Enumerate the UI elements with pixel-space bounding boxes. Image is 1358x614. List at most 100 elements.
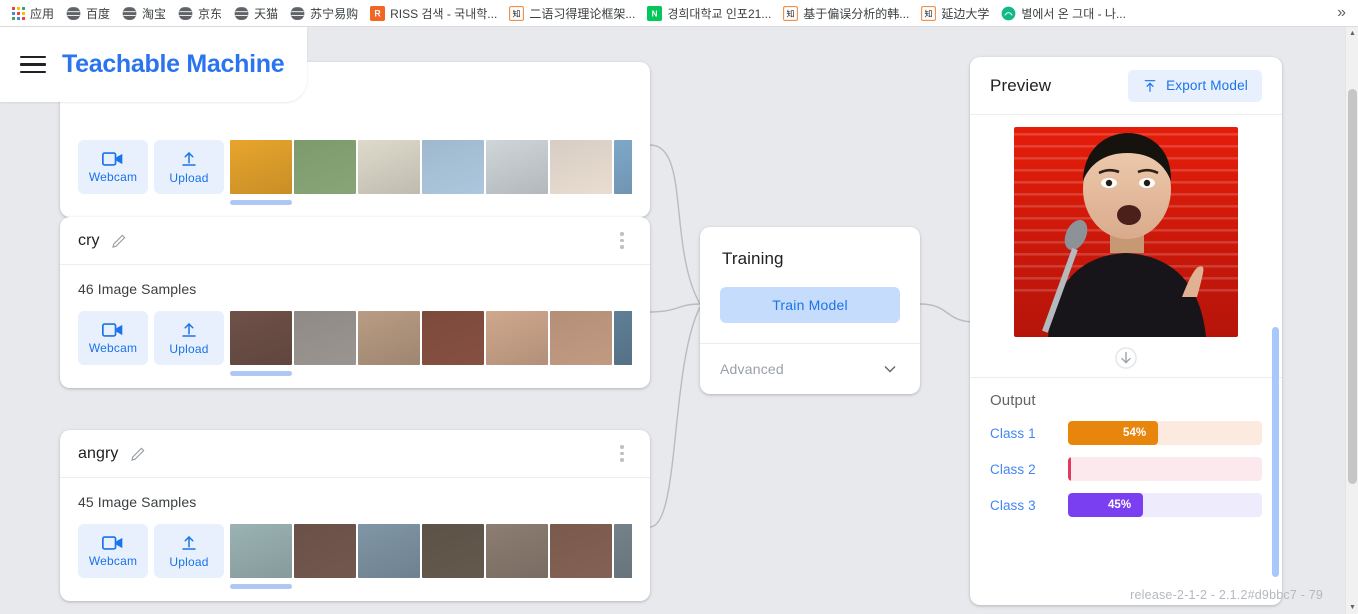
sample-row: Webcam Upload <box>78 140 632 194</box>
sample-thumbnail[interactable] <box>422 140 484 194</box>
sample-thumbnail[interactable] <box>358 311 420 365</box>
upload-label: Upload <box>169 341 209 356</box>
output-class-label[interactable]: Class 2 <box>990 462 1068 477</box>
webcam-label: Webcam <box>88 340 138 355</box>
arrow-down-icon <box>1115 347 1137 369</box>
upload-label: Upload <box>169 170 209 185</box>
sample-row: Webcam Upload <box>78 524 632 578</box>
output-row: Class 1 54% <box>970 415 1282 451</box>
bookmark-label: 별에서 온 그대 - 나... <box>1021 6 1126 21</box>
webcam-label: Webcam <box>88 553 138 568</box>
samples-scroll-indicator[interactable] <box>230 200 292 205</box>
svg-text:R: R <box>374 8 381 18</box>
sample-count-label: 46 Image Samples <box>78 281 197 297</box>
sample-thumbnail[interactable] <box>550 311 612 365</box>
bookmark-item[interactable]: R RISS 검색 - 국내학... <box>364 3 503 24</box>
bookmark-item[interactable]: 별에서 온 그대 - 나... <box>995 3 1132 24</box>
output-row: Class 3 45% <box>970 487 1282 523</box>
sample-thumbnail[interactable] <box>422 311 484 365</box>
samples-scroll-indicator[interactable] <box>230 371 292 376</box>
upload-button[interactable]: Upload <box>154 524 224 578</box>
sample-thumbnail[interactable] <box>614 140 632 194</box>
pencil-edit-icon[interactable] <box>129 445 147 463</box>
samples-scroll-indicator[interactable] <box>230 584 292 589</box>
webcam-button[interactable]: Webcam <box>78 140 148 194</box>
bookmark-item[interactable]: 苏宁易购 <box>284 3 364 24</box>
bookmark-item[interactable]: 知二语习得理论框架... <box>503 3 641 24</box>
sample-thumbnail[interactable] <box>294 140 356 194</box>
upload-button[interactable]: Upload <box>154 311 224 365</box>
sample-row: Webcam Upload <box>78 311 632 365</box>
globe-icon <box>234 5 250 21</box>
browser-scrollbar[interactable]: ▲ ▼ <box>1345 27 1358 614</box>
output-bar-track: 54% <box>1068 421 1262 445</box>
upload-label: Upload <box>169 554 209 569</box>
bookmark-item[interactable]: 知延边大学 <box>915 3 995 24</box>
export-model-label: Export Model <box>1166 78 1248 93</box>
sample-thumbnail[interactable] <box>486 140 548 194</box>
class-menu-icon[interactable] <box>612 445 632 462</box>
advanced-toggle[interactable]: Advanced <box>700 344 920 394</box>
bookmark-label: 百度 <box>86 6 111 21</box>
class-menu-icon[interactable] <box>612 232 632 249</box>
preview-flow-arrow-wrap <box>970 337 1282 377</box>
sample-thumbnail[interactable] <box>230 524 292 578</box>
hamburger-icon[interactable] <box>20 55 46 74</box>
webcam-button[interactable]: Webcam <box>78 311 148 365</box>
scrollbar-thumb[interactable] <box>1348 89 1357 484</box>
sample-thumbnail[interactable] <box>358 524 420 578</box>
sample-thumbnail[interactable] <box>422 524 484 578</box>
sample-thumbnail[interactable] <box>614 311 632 365</box>
export-model-button[interactable]: Export Model <box>1128 69 1262 102</box>
bookmarks-overflow-button[interactable]: » <box>1333 3 1350 23</box>
globe-icon <box>178 5 194 21</box>
sample-thumbnail[interactable] <box>294 524 356 578</box>
sample-thumbnail[interactable] <box>550 140 612 194</box>
class-name[interactable]: angry <box>78 445 119 463</box>
bookmark-item[interactable]: 应用 <box>6 3 60 24</box>
bookmark-label: 苏宁易购 <box>310 6 359 21</box>
output-class-label[interactable]: Class 1 <box>990 426 1068 441</box>
class-card: cry 46 Image Samples Webcam Upload <box>60 217 650 388</box>
class-name[interactable]: cry <box>78 232 100 250</box>
globe-icon <box>122 5 138 21</box>
sample-count-label: 45 Image Samples <box>78 494 197 510</box>
class-card-header: cry <box>60 217 650 265</box>
class-card-header: angry <box>60 430 650 478</box>
bookmark-item[interactable]: 天猫 <box>228 3 284 24</box>
sample-thumbnail[interactable] <box>486 311 548 365</box>
globe-icon <box>66 5 82 21</box>
release-version-label: release-2-1-2 - 2.1.2#d9bbc7 - 79 <box>1130 588 1323 602</box>
output-class-label[interactable]: Class 3 <box>990 498 1068 513</box>
training-title: Training <box>722 249 784 268</box>
bookmark-item[interactable]: 淘宝 <box>116 3 172 24</box>
bookmark-item[interactable]: N 경희대학교 인포21... <box>641 3 777 24</box>
sample-thumbnail[interactable] <box>486 524 548 578</box>
scroll-down-arrow-icon[interactable]: ▼ <box>1346 601 1358 614</box>
bookmark-item[interactable]: 知基于偏误分析的韩... <box>777 3 915 24</box>
bookmark-item[interactable]: 百度 <box>60 3 116 24</box>
sample-thumbnail[interactable] <box>614 524 632 578</box>
teachable-machine-app: 应用 百度 淘宝 京东 天猫 苏宁易购 R RISS 검색 - 국내학... 知二语习得理论框架… <box>0 0 1358 614</box>
upload-icon <box>182 151 196 166</box>
upload-icon <box>182 535 196 550</box>
preview-title: Preview <box>990 75 1052 95</box>
webcam-button[interactable]: Webcam <box>78 524 148 578</box>
sample-thumbnail[interactable] <box>230 311 292 365</box>
pencil-edit-icon[interactable] <box>110 232 128 250</box>
bookmark-item[interactable]: 京东 <box>172 3 228 24</box>
sample-thumbnail[interactable] <box>550 524 612 578</box>
output-list: Class 1 54% Class 2 Class 3 45% <box>970 415 1282 523</box>
preview-scrollbar[interactable] <box>1272 327 1279 577</box>
train-model-button[interactable]: Train Model <box>720 287 900 323</box>
output-bar-fill: 54% <box>1068 421 1159 445</box>
sample-thumbnail[interactable] <box>358 140 420 194</box>
bookmark-label: 二语习得理论框架... <box>529 6 636 21</box>
sample-thumbnail[interactable] <box>294 311 356 365</box>
bookmark-label: 경희대학교 인포21... <box>667 6 772 21</box>
scroll-up-arrow-icon[interactable]: ▲ <box>1346 27 1358 40</box>
upload-button[interactable]: Upload <box>154 140 224 194</box>
sample-thumbnail[interactable] <box>230 140 292 194</box>
output-bar-fill: 45% <box>1068 493 1144 517</box>
riss-icon: R <box>370 5 386 21</box>
